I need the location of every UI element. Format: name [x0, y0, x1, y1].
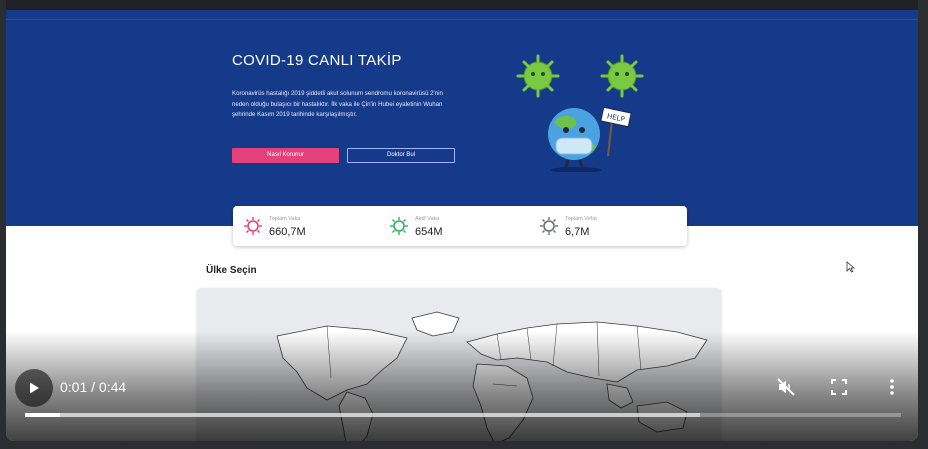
progress-played	[25, 413, 61, 417]
progress-buffered	[25, 413, 700, 417]
hero-divider	[6, 19, 918, 20]
earth-mascot-illustration: HELP	[516, 54, 644, 172]
country-select-title: Ülke Seçin	[206, 265, 257, 276]
virus-icon	[540, 217, 558, 235]
progress-bar[interactable]	[25, 413, 901, 417]
play-icon	[30, 382, 39, 394]
video-player[interactable]: COVID-19 CANLI TAKİP Koronavirüs hastalı…	[6, 0, 918, 441]
how-to-protect-button[interactable]: Nasıl Korunur	[232, 148, 339, 163]
top-bar	[6, 0, 918, 10]
find-doctor-button[interactable]: Doktor Bul	[347, 148, 455, 163]
hero-description: Koronavirüs hastalığı 2019 şiddetli akut…	[232, 90, 443, 119]
stats-card: Toplam Vaka 660,7M Aktif Vaka 654M Topla…	[233, 206, 687, 246]
stat-label: Toplam Vefat	[565, 216, 597, 222]
virus-icon	[390, 217, 408, 235]
fullscreen-icon[interactable]	[829, 377, 849, 397]
stat-value: 6,7M	[565, 226, 590, 238]
stat-value: 654M	[415, 226, 443, 238]
mouse-cursor-icon	[846, 261, 855, 273]
time-display: 0:01 / 0:44	[60, 379, 127, 395]
page-title: COVID-19 CANLI TAKİP	[232, 52, 402, 69]
virus-icon	[244, 217, 262, 235]
stat-value: 660,7M	[269, 226, 306, 238]
play-button[interactable]	[15, 369, 53, 407]
more-icon[interactable]	[882, 377, 902, 397]
mute-icon[interactable]	[776, 377, 796, 397]
stat-label: Toplam Vaka	[269, 216, 301, 222]
stat-label: Aktif Vaka	[415, 216, 440, 222]
hero-section	[6, 10, 918, 226]
